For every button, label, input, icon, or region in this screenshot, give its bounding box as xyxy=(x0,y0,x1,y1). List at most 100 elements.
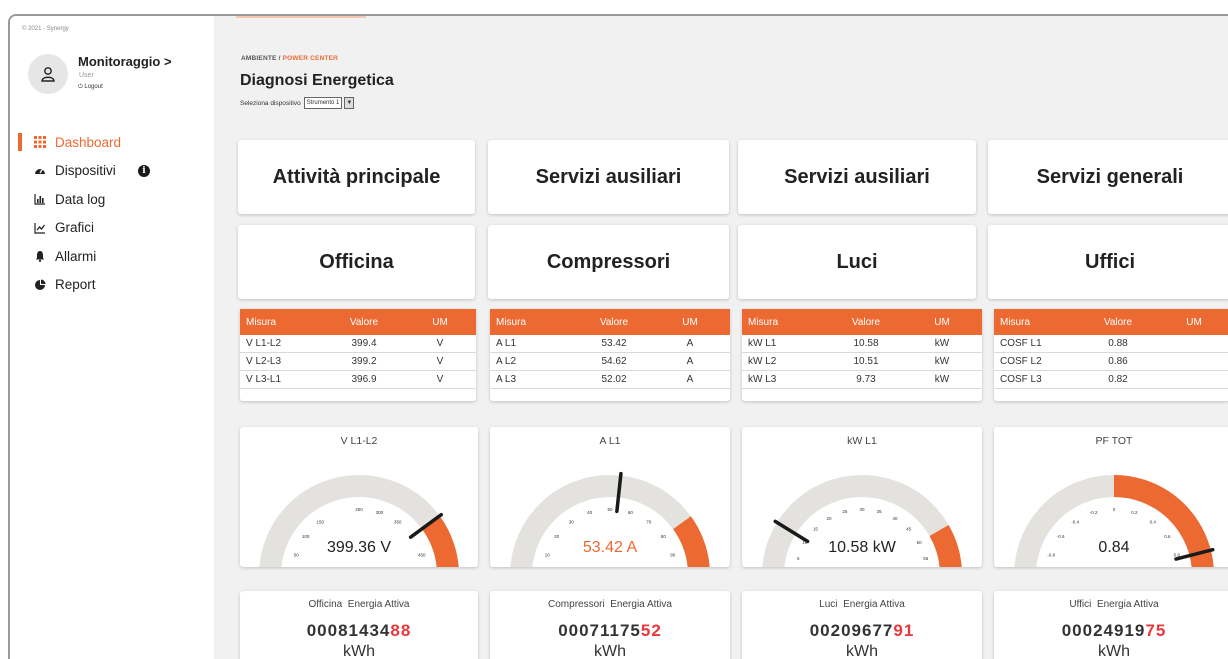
gauge-tick-label: 30 xyxy=(569,520,575,525)
sidebar-item-dispositivi[interactable]: Dispositivi i xyxy=(10,157,214,186)
cell: kW L2 xyxy=(748,356,777,367)
measure-table: Misura Valore UM kW L1 10.58 kW kW L2 10.51 kW… xyxy=(742,309,982,401)
sidebar-item-report[interactable]: Report xyxy=(10,271,214,300)
sidebar-item-datalog[interactable]: Data log xyxy=(10,185,214,214)
cell: 399.4 xyxy=(351,338,377,349)
gauge-tick-label: 40 xyxy=(892,516,898,521)
gauge-tick-label: 30 xyxy=(859,507,865,512)
energy-name: Luci xyxy=(819,599,838,610)
subcategory-card: Compressori xyxy=(488,225,729,299)
gauge-tick-label: 0.4 xyxy=(1150,520,1157,525)
category-card: Servizi ausiliari xyxy=(488,140,729,214)
info-icon[interactable]: i xyxy=(138,164,150,177)
piechart-icon xyxy=(34,279,46,291)
col-valore: Valore xyxy=(349,316,379,328)
cell: A L2 xyxy=(496,356,517,367)
gauge-tick-label: 60 xyxy=(628,510,634,515)
table-header: Misura Valore UM xyxy=(490,309,730,335)
col-um: UM xyxy=(682,316,698,328)
sidebar-menu: Dashboard Dispositivi i Data log Grafici… xyxy=(10,128,214,299)
table-row: A L3 52.02 A xyxy=(490,371,730,389)
sidebar-item-dashboard[interactable]: Dashboard xyxy=(10,128,214,157)
subcategory-card: Luci xyxy=(738,225,976,299)
subcategory-card: Officina xyxy=(238,225,475,299)
col-valore: Valore xyxy=(1103,316,1133,328)
gauge-tick-label: 350 xyxy=(394,520,402,525)
subcategory-card: Uffici xyxy=(988,225,1228,299)
table-row: kW L2 10.51 kW xyxy=(742,353,982,371)
col-misura: Misura xyxy=(496,316,527,328)
breadcrumb-current: POWER CENTER xyxy=(282,55,339,62)
gauge-tick-label: 70 xyxy=(646,520,652,525)
energy-title: Officina Energia Attiva xyxy=(240,599,478,610)
cell: A xyxy=(686,374,694,385)
measure-table: Misura Valore UM COSF L1 0.88 COSF L2 0.86 C… xyxy=(994,309,1228,401)
table-header: Misura Valore UM xyxy=(994,309,1228,335)
active-indicator xyxy=(18,133,22,151)
table-header: Misura Valore UM xyxy=(742,309,982,335)
energy-title: Luci Energia Attiva xyxy=(742,599,982,610)
device-select[interactable]: Strumento 1 xyxy=(303,97,343,109)
col-um: UM xyxy=(1186,316,1202,328)
table-row: V L3-L1 396.9 V xyxy=(240,371,476,389)
gauge-card: A L1 0102030405060708090100 53.42 A xyxy=(490,427,730,567)
gauge-tick-label: 25 xyxy=(842,509,848,514)
col-valore: Valore xyxy=(599,316,629,328)
col-valore: Valore xyxy=(851,316,881,328)
gauge-tick-label: 150 xyxy=(316,520,324,525)
energy-name: Compressori xyxy=(548,599,605,610)
page-title: Diagnosi Energetica xyxy=(240,72,394,89)
sidebar-item-allarmi[interactable]: Allarmi xyxy=(10,242,214,271)
cell: V L2-L3 xyxy=(246,356,282,367)
top-tab-indicator xyxy=(236,16,366,18)
cell: 399.2 xyxy=(351,356,377,367)
app-window: © 2021 - Synergy Monitoraggio > User ⏻ L… xyxy=(8,14,1228,659)
gauge-value: 0.84 xyxy=(1098,539,1130,556)
energy-counter: 0002491975 xyxy=(994,621,1228,641)
col-misura: Misura xyxy=(1000,316,1031,328)
logout-link[interactable]: ⏻ Logout xyxy=(78,84,103,91)
copyright-text: © 2021 - Synergy xyxy=(22,26,69,32)
cell: 52.02 xyxy=(601,374,627,385)
energy-name: Officina xyxy=(308,599,343,610)
user-role: User xyxy=(79,72,94,79)
sidebar: © 2021 - Synergy Monitoraggio > User ⏻ L… xyxy=(10,16,214,659)
table-row: V L1-L2 399.4 V xyxy=(240,335,476,353)
gauge-tick-label: 45 xyxy=(906,526,912,531)
gauge-tick-label: 50 xyxy=(607,507,613,512)
user-icon xyxy=(41,67,55,82)
energy-card: Luci Energia Attiva 0020967791 kWh xyxy=(742,591,982,659)
cell: V xyxy=(436,338,444,349)
sidebar-item-label: Dispositivi xyxy=(55,163,116,179)
cell: V L3-L1 xyxy=(246,374,282,385)
user-panel[interactable]: Monitoraggio > User ⏻ Logout xyxy=(28,54,218,104)
table-row: COSF L1 0.88 xyxy=(994,335,1228,353)
sidebar-item-grafici[interactable]: Grafici xyxy=(10,214,214,243)
table-row: COSF L3 0.82 xyxy=(994,371,1228,389)
energy-digits-highlight: 75 xyxy=(1145,621,1167,640)
col-misura: Misura xyxy=(246,316,277,328)
user-name[interactable]: Monitoraggio > xyxy=(78,54,172,69)
gauge-value: 10.58 kW xyxy=(828,539,896,556)
gauge-value: 399.36 V xyxy=(326,539,392,556)
cell: 396.9 xyxy=(351,374,377,385)
main-content: AMBIENTE / POWER CENTER Diagnosi Energet… xyxy=(216,16,1228,659)
breadcrumb-root[interactable]: AMBIENTE xyxy=(241,55,277,62)
cell: 0.82 xyxy=(1108,374,1128,385)
dropdown-arrow-icon[interactable]: ▼ xyxy=(344,97,355,109)
cell: kW xyxy=(934,338,950,349)
cell: A xyxy=(686,356,694,367)
energy-digits-highlight: 52 xyxy=(640,621,662,640)
energy-digits: 00209677 xyxy=(809,621,894,640)
cell: 9.73 xyxy=(856,374,876,385)
table-row: A L2 54.62 A xyxy=(490,353,730,371)
cell: V xyxy=(436,356,444,367)
col-um: UM xyxy=(934,316,950,328)
cell: 10.51 xyxy=(853,356,879,367)
grid-icon xyxy=(34,136,46,149)
col-um: UM xyxy=(432,316,448,328)
avatar[interactable] xyxy=(28,54,68,94)
cell: V xyxy=(436,374,444,385)
gauge-tick-label: 250 xyxy=(355,507,363,512)
energy-card: Uffici Energia Attiva 0002491975 kWh xyxy=(994,591,1228,659)
